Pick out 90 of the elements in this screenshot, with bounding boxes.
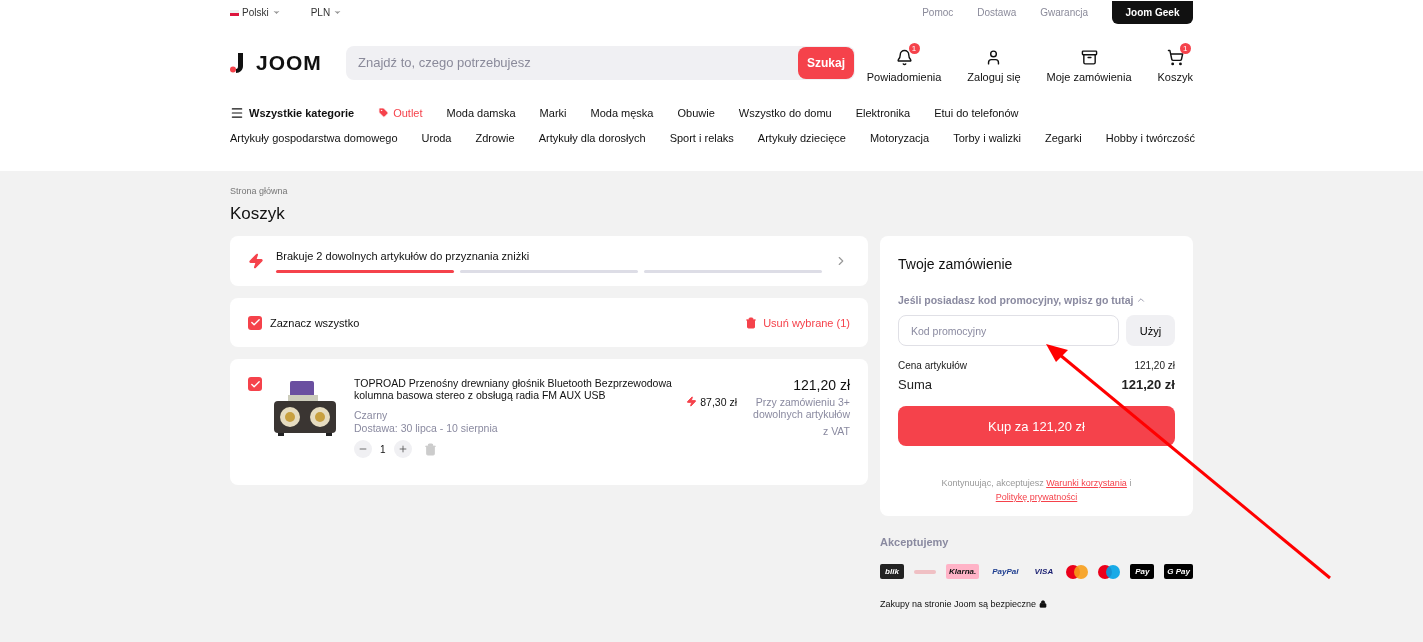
- overlapping-circles-icon: [1066, 564, 1089, 579]
- bell-icon: [895, 49, 913, 66]
- category-link[interactable]: Moda męska: [590, 106, 654, 119]
- bulk-note: Przy zamówieniu 3+ dowolnych artykułów: [752, 396, 850, 420]
- lock-icon: [1039, 600, 1048, 608]
- bulk-price: 87,30 zł: [700, 396, 737, 410]
- terms-note: Kontynuując, akceptujesz Warunki korzystania i Politykę prywatności: [940, 477, 1133, 504]
- safety-note: Zakupy na stronie Joom są bezpieczne: [880, 599, 1037, 609]
- category-link[interactable]: Obuwie: [677, 106, 715, 119]
- language-selector[interactable]: Polski: [230, 7, 281, 18]
- item-price: 121,20 zł: [793, 377, 850, 393]
- lightning-icon: [248, 253, 264, 269]
- discount-text: Brakuje 2 dowolnych artykułów do przyznania zniżki: [276, 249, 531, 262]
- summary-label: Cena artykułów: [898, 360, 967, 371]
- payment-logo: blik: [880, 564, 904, 579]
- payment-logo: Pay: [1130, 564, 1155, 579]
- top-link[interactable]: Dostawa: [977, 7, 1017, 18]
- increase-button[interactable]: [393, 440, 412, 458]
- category-link[interactable]: Torby i walizki: [953, 131, 1022, 144]
- select-all-label: Zaznacz wszystko: [270, 316, 360, 329]
- category-link[interactable]: Etui do telefonów: [934, 106, 1019, 119]
- payment-logo: G Pay: [1164, 564, 1193, 579]
- category-link[interactable]: Uroda: [421, 131, 452, 144]
- menu-icon: [230, 105, 244, 120]
- order-title: Twoje zamówienie: [898, 256, 1014, 272]
- category-link[interactable]: Motoryzacja: [869, 131, 930, 144]
- checkbox[interactable]: [248, 377, 262, 391]
- logo-text: JOOM: [256, 50, 322, 75]
- category-link[interactable]: Outlet: [378, 106, 423, 119]
- header-action[interactable]: Zaloguj się: [967, 42, 1029, 83]
- trash-icon: [745, 316, 758, 329]
- chevron-up-icon: [1135, 295, 1146, 305]
- caret-icon: [333, 8, 343, 17]
- joom-geek-button[interactable]: Joom Geek: [1112, 1, 1193, 24]
- speaker-drawing: [272, 379, 338, 437]
- category-link[interactable]: Sport i relaks: [669, 131, 734, 144]
- product-color: Czarny: [354, 409, 389, 422]
- privacy-link[interactable]: Politykę prywatności: [995, 492, 1078, 502]
- caret-icon: [271, 8, 281, 17]
- search-field[interactable]: Znajdź to, czego potrzebujesz Szukaj: [346, 45, 855, 80]
- summary-label: Suma: [898, 377, 932, 392]
- payment-logo: PayPal: [991, 566, 1020, 578]
- logo-mark-icon: [230, 52, 244, 73]
- category-link[interactable]: Artykuły dziecięce: [757, 131, 846, 144]
- product-name[interactable]: TOPROAD Przenośny drewniany głośnik Bluetooth Bezprzewodowa kolumna basowa stereo z obsługą radia FM AUX USB: [354, 377, 674, 401]
- apply-button[interactable]: Użyj: [1126, 315, 1175, 346]
- quantity-value: 1: [380, 443, 386, 455]
- tag-icon: [378, 107, 390, 118]
- summary-value: 121,20 zł: [1121, 377, 1175, 392]
- lightning-icon: [686, 396, 698, 407]
- flag-icon: [230, 9, 239, 16]
- category-link[interactable]: Artykuły gospodarstwa domowego: [230, 131, 398, 144]
- breadcrumb-link[interactable]: Strona główna: [230, 186, 1193, 196]
- plus-icon: [397, 444, 408, 454]
- summary-value: 121,20 zł: [1134, 360, 1175, 371]
- top-link[interactable]: Pomoc: [922, 7, 954, 18]
- currency-selector[interactable]: PLN: [310, 7, 343, 18]
- terms-link[interactable]: Warunki korzystania: [1046, 478, 1127, 488]
- payment-logo: Klarna.: [946, 564, 980, 579]
- count-badge: 1: [1179, 43, 1191, 54]
- page-title: Koszyk: [230, 204, 286, 224]
- top-link[interactable]: Gwarancja: [1040, 7, 1088, 18]
- category-link[interactable]: Marki: [539, 106, 567, 119]
- delivery-date: Dostawa: 30 lipca - 10 sierpnia: [354, 422, 499, 435]
- trash-icon[interactable]: [423, 442, 437, 456]
- discount-banner[interactable]: Brakuje 2 dowolnych artykułów do przyznania zniżki: [230, 236, 868, 286]
- overlapping-circles-icon: [1098, 564, 1121, 579]
- category-link[interactable]: Wszystko do domu: [738, 106, 832, 119]
- count-badge: 1: [908, 43, 920, 54]
- header-action[interactable]: 1 Koszyk: [1157, 42, 1201, 83]
- remove-selected-button[interactable]: Usuń wybrane (1): [745, 316, 850, 329]
- category-link[interactable]: Hobby i twórczość: [1105, 131, 1195, 144]
- all-categories-link[interactable]: Wszystkie kategorie: [230, 105, 355, 120]
- category-link[interactable]: Moda damska: [446, 106, 516, 119]
- cart-icon: [1166, 49, 1184, 66]
- payment-logo: VISA: [1033, 566, 1055, 578]
- vat-note: z VAT: [822, 425, 850, 437]
- category-link[interactable]: Zdrowie: [475, 131, 515, 144]
- category-link[interactable]: Elektronika: [855, 106, 911, 119]
- buy-button[interactable]: Kup za 121,20 zł: [898, 406, 1175, 446]
- payments-title: Akceptujemy: [880, 536, 950, 548]
- header-action[interactable]: 1 Powiadomienia: [866, 42, 950, 83]
- search-button[interactable]: Szukaj: [798, 46, 854, 79]
- category-link[interactable]: Zegarki: [1045, 131, 1082, 144]
- checkbox[interactable]: [248, 315, 262, 330]
- decrease-button[interactable]: [354, 440, 372, 458]
- promo-code-field[interactable]: Kod promocyjny: [898, 315, 1119, 346]
- box-icon: [1080, 49, 1098, 66]
- header-action[interactable]: Moje zamówienia: [1046, 42, 1140, 83]
- category-link[interactable]: Artykuły dla dorosłych: [538, 131, 646, 144]
